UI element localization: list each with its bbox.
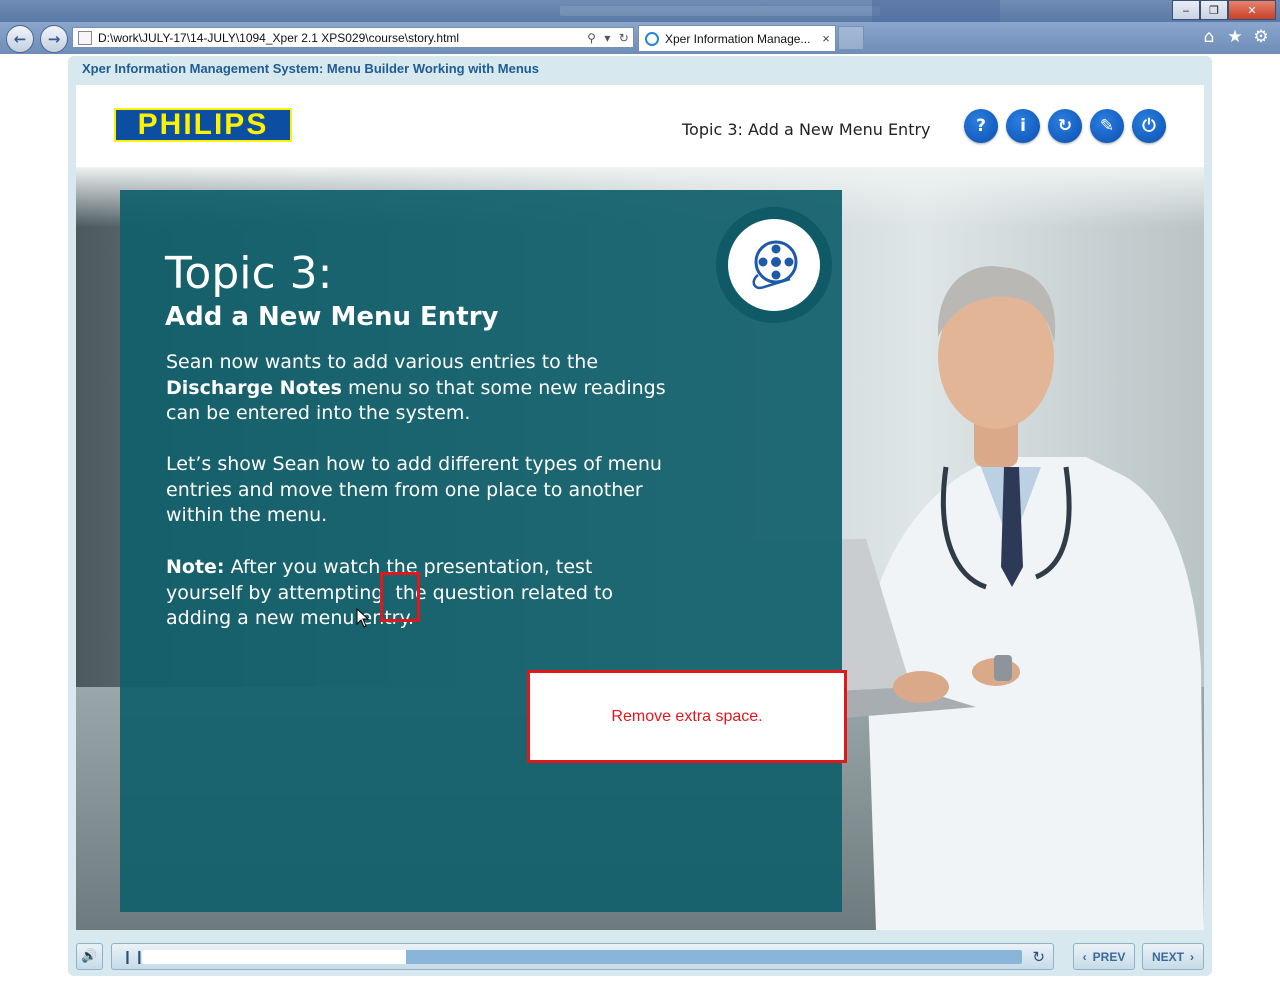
dropdown-icon[interactable]: ▾	[604, 31, 610, 45]
browser-navbar: ← → D:\work\JULY-17\14-JULY\1094_Xper 2.…	[0, 22, 1280, 54]
page-favicon-icon	[78, 30, 92, 45]
help-button[interactable]: ?	[964, 109, 998, 143]
exit-button[interactable]: ⏻	[1132, 109, 1166, 143]
glossary-icon: ✎	[1099, 116, 1115, 136]
note-label: Note:	[166, 556, 225, 578]
close-window-button[interactable]: ✕	[1228, 0, 1276, 20]
address-tools: ⚲ ▾ ↻	[583, 31, 633, 45]
chevron-left-icon: ‹	[1082, 949, 1087, 964]
prev-button[interactable]: ‹ PREV	[1073, 943, 1135, 970]
video-badge-inner	[728, 219, 820, 311]
ie-icon	[645, 31, 659, 46]
info-icon: i	[1020, 116, 1026, 136]
forward-button[interactable]: →	[40, 25, 68, 53]
callout-text: Remove extra space.	[611, 707, 763, 725]
chevron-right-icon: ›	[1190, 949, 1194, 964]
instructions-paragraph: Let’s show Sean how to add different typ…	[166, 453, 662, 526]
topic-header-label: Topic 3: Add a New Menu Entry	[682, 120, 931, 139]
minimize-button[interactable]: ‒	[1172, 0, 1200, 20]
prev-label: PREV	[1092, 949, 1126, 964]
back-button[interactable]: ←	[6, 25, 34, 53]
next-button[interactable]: NEXT ›	[1142, 943, 1204, 970]
new-tab-button[interactable]	[838, 26, 864, 50]
course-title: Xper Information Management System: Menu…	[82, 61, 539, 76]
tab-title: Xper Information Manage...	[665, 31, 811, 46]
seekbar-container: ❙❙ ↻	[111, 943, 1054, 970]
next-label: NEXT	[1151, 949, 1184, 964]
search-icon[interactable]: ⚲	[587, 31, 596, 45]
slide-subheading: Add a New Menu Entry	[165, 302, 499, 332]
titlebar-ghost	[560, 6, 880, 16]
review-callout: Remove extra space.	[527, 670, 847, 763]
restart-button[interactable]: ↻	[1048, 109, 1082, 143]
forward-arrow-icon: →	[47, 30, 61, 48]
help-icon: ?	[976, 116, 986, 136]
gear-icon[interactable]: ⚙	[1252, 27, 1270, 47]
intro-text-a: Sean now wants to add various entries to…	[166, 351, 599, 373]
philips-logo: PHILIPS	[114, 108, 292, 142]
discharge-notes-bold: Discharge Notes	[166, 376, 342, 399]
address-url[interactable]: D:\work\JULY-17\14-JULY\1094_Xper 2.1 XP…	[98, 31, 583, 45]
mouse-cursor-icon	[356, 608, 370, 628]
window-titlebar	[0, 0, 1280, 22]
address-bar[interactable]: D:\work\JULY-17\14-JULY\1094_Xper 2.1 XP…	[72, 27, 634, 48]
highlight-box	[380, 572, 420, 622]
film-reel-icon	[752, 240, 798, 290]
slide-heading: Topic 3:	[165, 248, 333, 299]
tab-close-icon[interactable]: ×	[817, 31, 835, 46]
progress-played	[142, 950, 406, 964]
back-arrow-icon: ←	[13, 30, 27, 48]
star-icon[interactable]: ★	[1226, 27, 1244, 47]
speaker-icon: 🔊	[81, 949, 98, 964]
logo-text: PHILIPS	[116, 110, 290, 140]
restore-button[interactable]: ❐	[1200, 0, 1228, 20]
browser-tab[interactable]: Xper Information Manage... ×	[638, 25, 836, 51]
home-icon[interactable]: ⌂	[1200, 27, 1218, 47]
exit-icon: ⏻	[1142, 116, 1156, 136]
browser-tools: ⌂ ★ ⚙	[1200, 27, 1270, 47]
refresh-icon[interactable]: ↻	[619, 31, 629, 45]
info-button[interactable]: i	[1006, 109, 1040, 143]
replay-button[interactable]: ↻	[1032, 948, 1045, 966]
volume-button[interactable]: 🔊	[76, 943, 103, 970]
restart-icon: ↻	[1057, 116, 1073, 136]
intro-paragraph: Sean now wants to add various entries to…	[166, 350, 666, 427]
replay-icon: ↻	[1032, 948, 1045, 966]
video-badge	[716, 207, 832, 323]
glossary-button[interactable]: ✎	[1090, 109, 1124, 143]
window-controls: ‒ ❐ ✕	[1172, 0, 1276, 20]
progress-track[interactable]	[142, 950, 1022, 964]
